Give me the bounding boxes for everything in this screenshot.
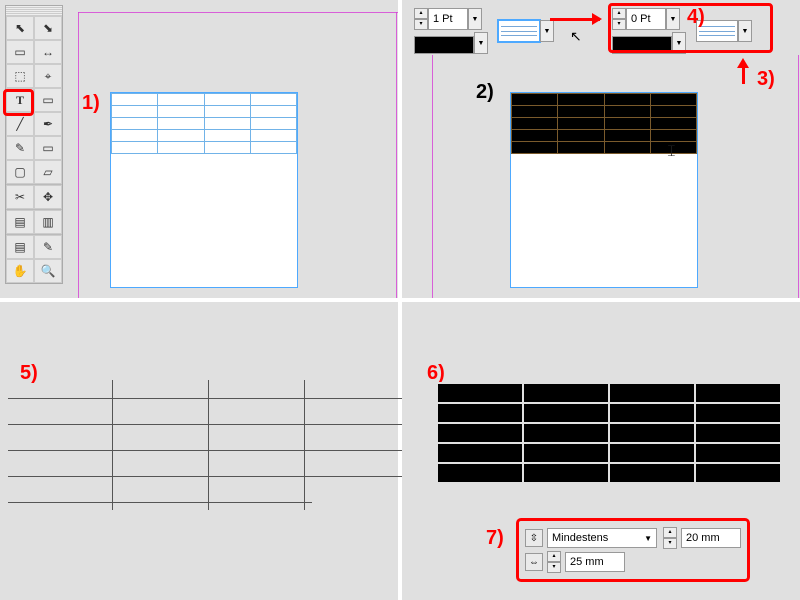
gradient-feather-tool[interactable]: ▥: [34, 210, 62, 234]
guide-left: [78, 12, 79, 298]
row-height-spinner[interactable]: ▴▾: [663, 527, 677, 549]
content-collector-tool[interactable]: ⬚: [6, 64, 34, 88]
stroke-style-dropdown-2[interactable]: ▼: [738, 20, 752, 42]
grid-vline: [304, 380, 305, 510]
stroke-color-swatch-2[interactable]: [612, 36, 672, 54]
step-label-1: 1): [82, 92, 100, 115]
stroke-weight-spinner-2[interactable]: ▴▾: [612, 8, 626, 30]
selection-tool[interactable]: ⬉: [6, 16, 34, 40]
stroke-controls-0pt: ▴▾ 0 Pt ▼ ▼ ▼: [612, 8, 752, 54]
gap-tool[interactable]: ↔: [34, 40, 62, 64]
pencil-tool[interactable]: ✎: [6, 136, 34, 160]
step-label-3: 3): [757, 68, 775, 91]
type-tool[interactable]: T: [6, 88, 34, 112]
panel-5: 5): [0, 302, 398, 600]
row-height-mode-select[interactable]: Mindestens ▼: [547, 528, 657, 548]
grid-hline: [8, 424, 408, 425]
step-label-4: 4): [687, 6, 705, 29]
stroke-weight-spinner[interactable]: ▴▾: [414, 8, 428, 30]
grid-hline: [8, 450, 408, 451]
step-label-2: 2): [476, 81, 494, 104]
grid-vline: [112, 380, 113, 510]
guide-left-2: [432, 55, 433, 298]
row-height-mode-value: Mindestens: [552, 532, 608, 544]
panel-2: ▴▾ 1 Pt ▼ ▼ ▼ ↖ ▴▾ 0 Pt ▼: [402, 0, 800, 298]
stroke-style-dropdown[interactable]: ▼: [540, 20, 554, 42]
column-width-field[interactable]: 25 mm: [565, 552, 625, 572]
stroke-weight-field[interactable]: 1 Pt: [428, 8, 468, 30]
stroke-color-swatch[interactable]: [414, 36, 474, 54]
direct-selection-tool[interactable]: ⬊: [34, 16, 62, 40]
hand-tool[interactable]: ✋: [6, 259, 34, 283]
row-height-field[interactable]: 20 mm: [681, 528, 741, 548]
tools-palette: ⬉ ⬊ ▭ ↔ ⬚ ⌖ T ▭ ╱ ✒ ✎ ▭ ▢ ▱ ✂ ✥ ▤ ▥ ▤ ✎ …: [5, 5, 63, 284]
scissors-tool[interactable]: ✂: [6, 185, 34, 209]
grid-hline: [8, 398, 408, 399]
grid-hline: [8, 476, 408, 477]
rectangle-tool[interactable]: ▢: [6, 160, 34, 184]
annotation-arrow-up: [742, 62, 745, 84]
dropdown-caret-icon: ▼: [644, 534, 652, 543]
column-width-spinner[interactable]: ▴▾: [547, 551, 561, 573]
note-tool[interactable]: ▤: [6, 235, 34, 259]
guide-right-2: [798, 55, 799, 298]
step-label-7: 7): [486, 527, 504, 550]
palette-grip[interactable]: [6, 6, 62, 16]
gradient-swatch-tool[interactable]: ▤: [6, 210, 34, 234]
table-light[interactable]: [111, 93, 297, 154]
stroke-weight-dropdown-2[interactable]: ▼: [666, 8, 680, 30]
rectangle-frame-tool[interactable]: ▭: [34, 136, 62, 160]
type-path-tool[interactable]: ▭: [34, 88, 62, 112]
stroke-weight-field-2[interactable]: 0 Pt: [626, 8, 666, 30]
pen-tool[interactable]: ✒: [34, 112, 62, 136]
text-frame-1[interactable]: [110, 92, 298, 288]
eyedropper-tool[interactable]: ✎: [34, 235, 62, 259]
row-height-panel: ⇳ Mindestens ▼ ▴▾ 20 mm ⇔ ▴▾ 25 mm: [516, 518, 750, 582]
content-placer-tool[interactable]: ⌖: [34, 64, 62, 88]
stroke-color-dropdown-2[interactable]: ▼: [672, 32, 686, 54]
line-tool[interactable]: ╱: [6, 112, 34, 136]
grid-hline: [8, 502, 312, 503]
stroke-color-dropdown[interactable]: ▼: [474, 32, 488, 54]
guide-top: [78, 12, 398, 13]
free-transform-tool[interactable]: ✥: [34, 185, 62, 209]
column-width-icon: ⇔: [525, 553, 543, 571]
polygon-tool[interactable]: ▱: [34, 160, 62, 184]
stroke-style-preview[interactable]: [498, 20, 540, 42]
stroke-weight-dropdown[interactable]: ▼: [468, 8, 482, 30]
step-label-5: 5): [20, 362, 38, 385]
guide-right: [396, 12, 397, 298]
text-frame-2[interactable]: 𝙸: [510, 92, 698, 288]
zoom-tool[interactable]: 🔍: [34, 259, 62, 283]
panel-1: ⬉ ⬊ ▭ ↔ ⬚ ⌖ T ▭ ╱ ✒ ✎ ▭ ▢ ▱ ✂ ✥ ▤ ▥ ▤ ✎ …: [0, 0, 398, 298]
cursor-icon: ↖: [570, 28, 582, 45]
table-result-dark[interactable]: [436, 382, 782, 484]
annotation-arrow-right: [550, 18, 600, 21]
grid-vline: [208, 380, 209, 510]
text-cursor-icon: 𝙸: [666, 143, 677, 161]
panel-6: 6) 7) ⇳ Mindestens ▼ ▴▾ 20 mm ⇔ ▴▾ 25 mm: [402, 302, 800, 600]
row-height-icon: ⇳: [525, 529, 543, 547]
page-tool[interactable]: ▭: [6, 40, 34, 64]
stroke-controls-1pt: ▴▾ 1 Pt ▼ ▼ ▼: [414, 8, 554, 54]
